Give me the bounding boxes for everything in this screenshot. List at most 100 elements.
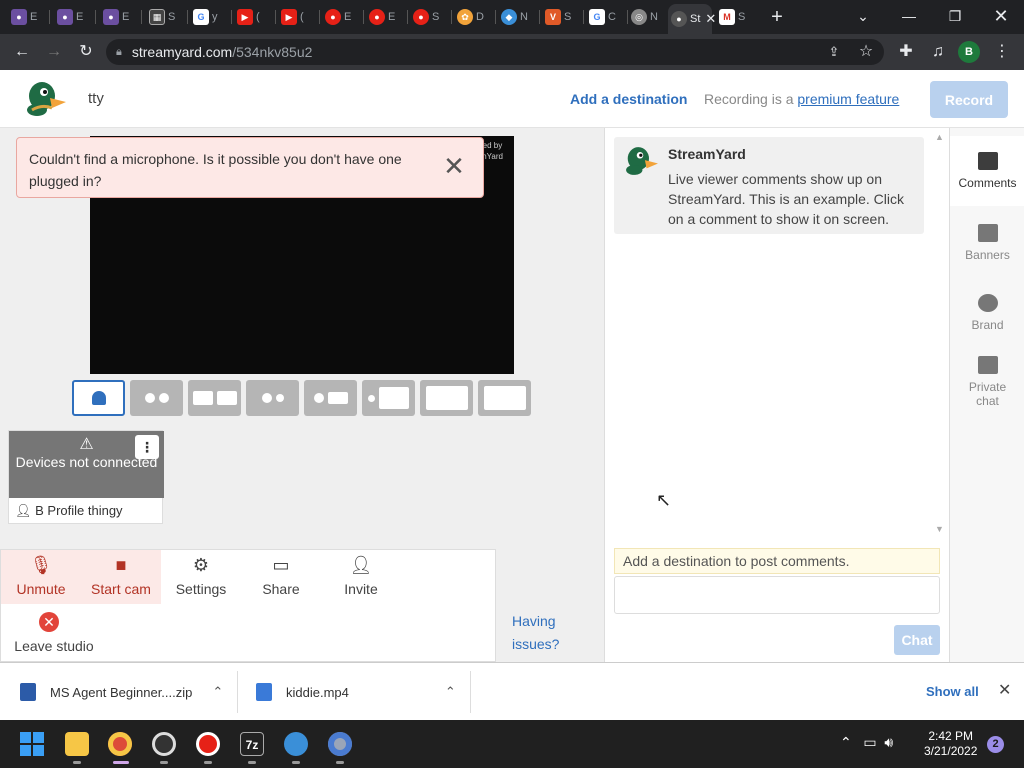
back-button[interactable]: ← xyxy=(10,40,34,64)
notification-badge[interactable]: 2 xyxy=(987,736,1004,753)
browser-tab[interactable]: ✿ D xyxy=(454,6,496,28)
browser-tab[interactable]: ● E xyxy=(100,6,142,28)
side-nav-brand[interactable]: Brand xyxy=(950,284,1024,348)
person-icon xyxy=(144,393,155,403)
browser-tab[interactable]: ● S xyxy=(410,6,452,28)
browser-tab[interactable]: ▦ S xyxy=(146,6,188,28)
layout-thin-button[interactable] xyxy=(246,380,299,416)
record-button[interactable]: Record xyxy=(930,81,1008,118)
browser-tab[interactable]: MS xyxy=(716,6,758,28)
premium-feature-link[interactable]: premium feature xyxy=(797,91,899,107)
layout-two-up-button[interactable] xyxy=(130,380,183,416)
settings-app-icon[interactable] xyxy=(328,732,352,756)
chevron-up-icon[interactable]: ⌃ xyxy=(212,684,223,700)
windows-taskbar: 7z ⌃ ▭ 🔊︎ 2:42 PM 3/21/2022 xyxy=(0,720,1024,768)
participant-menu-icon[interactable]: ⋮ xyxy=(135,435,159,459)
browser-tab[interactable]: GC xyxy=(586,6,628,28)
layout-screen-button[interactable] xyxy=(478,380,531,416)
windows-start-icon[interactable] xyxy=(20,732,44,756)
mic-off-icon: 🎙︎ xyxy=(29,555,53,575)
minimize-button[interactable]: — xyxy=(886,4,932,28)
browser-tab-active[interactable]: ● St ✕ xyxy=(668,4,716,34)
extensions-icon[interactable]: ✚ xyxy=(894,40,918,64)
close-window-button[interactable]: ✕ xyxy=(978,4,1024,28)
side-nav-comments[interactable]: Comments xyxy=(950,136,1024,206)
menu-kebab-icon[interactable]: ⋮ xyxy=(990,40,1014,64)
chrome-icon: ◎ xyxy=(631,9,647,25)
layout-leader-button[interactable] xyxy=(304,380,357,416)
side-nav-banners[interactable]: Banners xyxy=(950,214,1024,278)
fish-app-icon[interactable] xyxy=(284,732,308,756)
person-icon xyxy=(275,394,284,402)
close-icon[interactable]: ✕ xyxy=(998,680,1011,700)
layout-sidebar-button[interactable] xyxy=(362,380,415,416)
show-all-link[interactable]: Show all xyxy=(926,684,979,699)
bookmark-star-icon[interactable]: ☆ xyxy=(854,40,878,64)
browser-toolbar: ← → ↻ 🔒︎ streamyard.com/534nkv85u2 ⇪ ☆ ✚… xyxy=(0,34,1024,70)
participant-name: 👤︎ B Profile thingy xyxy=(15,503,123,518)
url-host: streamyard.com xyxy=(131,44,233,60)
youtube-icon: ▶ xyxy=(237,9,253,25)
layout-group-button[interactable] xyxy=(188,380,241,416)
system-tray[interactable]: ⌃ ▭ 🔊︎ xyxy=(840,734,893,751)
browser-tab[interactable]: ▶( xyxy=(278,6,320,28)
close-tab-icon[interactable]: ✕ xyxy=(705,11,716,27)
unmute-button[interactable]: 🎙︎ Unmute xyxy=(1,550,81,604)
volume-icon[interactable]: 🔊︎ xyxy=(884,734,893,750)
forward-button[interactable]: → xyxy=(42,40,66,64)
chrome-icon[interactable] xyxy=(108,732,132,756)
colorful-icon: ✿ xyxy=(457,9,473,25)
browser-tab[interactable]: ◎ N xyxy=(628,6,670,28)
google-icon: G xyxy=(589,9,605,25)
browser-tab[interactable]: Gy xyxy=(190,6,232,28)
reload-button[interactable]: ↻ xyxy=(74,40,98,64)
private-chat-icon xyxy=(977,356,998,374)
participant-card[interactable]: ⚠ Devices not connected ⋮ 👤︎ B Profile t… xyxy=(8,430,164,524)
address-bar[interactable]: 🔒︎ streamyard.com/534nkv85u2 xyxy=(106,39,884,65)
broadcast-title[interactable]: tty xyxy=(88,90,104,107)
start-cam-button[interactable]: ■ Start cam xyxy=(81,550,161,604)
new-tab-button[interactable]: + xyxy=(764,4,790,30)
chat-send-button[interactable]: Chat xyxy=(894,625,940,655)
chevron-up-icon[interactable]: ⌃ xyxy=(840,734,852,750)
hat-icon: ● xyxy=(103,9,119,25)
tab-search-icon[interactable]: ⌄ xyxy=(840,4,886,28)
invite-button[interactable]: 👤︎ Invite xyxy=(321,550,401,604)
scrollbar[interactable]: ▲ ▼ xyxy=(930,128,948,538)
chevron-up-icon[interactable]: ⌃ xyxy=(445,684,456,700)
clock[interactable]: 2:42 PM 3/21/2022 xyxy=(924,729,977,759)
browser-tab[interactable]: ● E xyxy=(8,6,50,28)
microphone-alert: Couldn't find a microphone. Is it possib… xyxy=(16,137,484,198)
browser-tab[interactable]: ▶( xyxy=(234,6,276,28)
close-icon[interactable]: ✕ xyxy=(439,152,469,182)
layout-solo-button[interactable] xyxy=(72,380,125,416)
recorder-icon[interactable] xyxy=(196,732,220,756)
settings-button[interactable]: ⚙ Settings xyxy=(161,550,241,604)
having-issues-link[interactable]: Having issues? xyxy=(512,610,572,656)
person-icon xyxy=(91,391,106,405)
disc-app-icon[interactable] xyxy=(152,732,176,756)
browser-tab[interactable]: ● E xyxy=(54,6,96,28)
comment-item[interactable]: StreamYard Live viewer comments show up … xyxy=(614,137,924,234)
browser-tab[interactable]: ◆ N xyxy=(498,6,540,28)
download-item[interactable]: MS Agent Beginner....zip ⌃ xyxy=(20,663,223,721)
profile-avatar[interactable]: B xyxy=(958,41,980,63)
browser-tab[interactable]: VS xyxy=(542,6,584,28)
share-button[interactable]: ▭ Share xyxy=(241,550,321,604)
alert-message: Couldn't find a microphone. Is it possib… xyxy=(29,151,402,189)
browser-tab[interactable]: ● E xyxy=(366,6,408,28)
media-control-icon[interactable]: ♫ xyxy=(926,40,950,64)
browser-tab[interactable]: ● E xyxy=(322,6,364,28)
restore-button[interactable]: ❐ xyxy=(932,4,978,28)
comment-icon xyxy=(977,152,998,170)
add-destination-link[interactable]: Add a destination xyxy=(570,91,687,107)
chat-input[interactable] xyxy=(614,576,940,614)
file-explorer-icon[interactable] xyxy=(65,732,89,756)
leave-studio-button[interactable]: ✕ Leave studio xyxy=(9,612,99,654)
download-item[interactable]: kiddie.mp4 ⌃ xyxy=(256,663,456,721)
share-icon[interactable]: ⇪ xyxy=(822,40,846,64)
side-nav-private-chat[interactable]: Private chat xyxy=(950,354,1024,434)
layout-pip-button[interactable] xyxy=(420,380,473,416)
network-icon[interactable]: ▭ xyxy=(863,734,876,750)
7zip-icon[interactable]: 7z xyxy=(240,732,264,756)
